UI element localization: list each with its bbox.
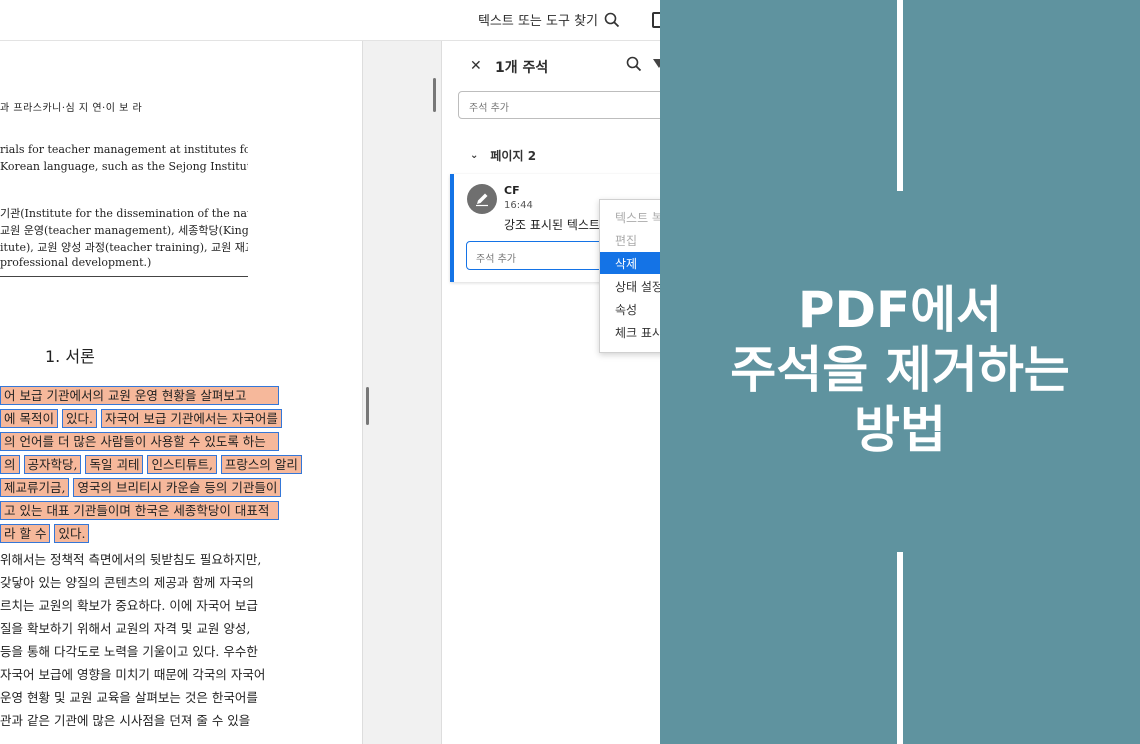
highlighted-line[interactable]: 에 목적이 있다. 자국어 보급 기관에서는 자국어를 bbox=[0, 409, 282, 428]
panel-title: 1개 주석 bbox=[495, 60, 549, 76]
pdf-page: 과 프라스카니·심 지 연·이 보 라 rials for teacher ma… bbox=[0, 41, 362, 744]
highlighted-line[interactable]: 라 할 수 있다. bbox=[0, 524, 90, 543]
banner-title: PDF에서 주석을 제거하는 방법 bbox=[660, 280, 1140, 460]
keyword-line: professional development.) bbox=[0, 256, 152, 269]
panel-resize-handle[interactable] bbox=[366, 387, 369, 425]
document-gutter bbox=[362, 41, 442, 744]
body-text-line: 갖닿아 있는 양질의 콘텐츠의 제공과 함께 자국의 bbox=[0, 575, 254, 590]
keyword-line: itute), 교원 양성 과정(teacher training), 교원 재… bbox=[0, 241, 248, 254]
highlight-annotation[interactable]: 인스티튜트, bbox=[147, 455, 217, 474]
find-tool-button[interactable]: 텍스트 또는 도구 찾기 bbox=[478, 10, 620, 29]
scrollbar-thumb[interactable] bbox=[433, 78, 436, 112]
highlight-annotation[interactable]: 있다. bbox=[61, 409, 97, 428]
body-text-line: 운영 현황 및 교원 교육을 살펴보는 것은 한국어를 bbox=[0, 690, 258, 705]
search-icon bbox=[604, 12, 620, 27]
find-tool-label: 텍스트 또는 도구 찾기 bbox=[477, 14, 598, 29]
decorative-line bbox=[897, 0, 903, 191]
chevron-down-icon: ⌄ bbox=[470, 150, 479, 161]
highlighted-line[interactable]: 제교류기금, 영국의 브리티시 카운슬 등의 기관들이 bbox=[0, 478, 282, 497]
body-text-line: 자국어 보급에 영향을 미치기 때문에 각국의 자국어 bbox=[0, 667, 266, 682]
avatar bbox=[467, 184, 497, 214]
keyword-line: 교원 운영(teacher management), 세종학당(King bbox=[0, 224, 248, 237]
abstract-line: Korean language, such as the Sejong Inst… bbox=[0, 160, 248, 173]
highlight-annotation[interactable]: 자국어 보급 기관에서는 자국어를 bbox=[100, 409, 282, 428]
authors-line: 과 프라스카니·심 지 연·이 보 라 bbox=[0, 103, 143, 114]
highlight-annotation[interactable]: 어 보급 기관에서의 교원 운영 현황을 살펴보고 bbox=[0, 386, 279, 405]
highlighted-line[interactable]: 의 공자학당, 독일 괴테 인스티튜트, 프랑스의 알리 bbox=[0, 455, 302, 474]
comment-author: CF bbox=[504, 184, 520, 197]
comment-text: 강조 표시된 텍스트 bbox=[504, 218, 600, 232]
highlighted-line[interactable]: 어 보급 기관에서의 교원 운영 현황을 살펴보고 bbox=[0, 386, 279, 405]
highlight-annotation[interactable]: 영국의 브리티시 카운슬 등의 기관들이 bbox=[73, 478, 282, 497]
comments-panel: ✕ 1개 주석 주석 추가 ⌄ 페이지 2 CF 16:44 강조 표시된 텍스… bbox=[443, 41, 678, 744]
title-banner: PDF에서 주석을 제거하는 방법 bbox=[660, 0, 1140, 744]
comment-time: 16:44 bbox=[504, 200, 533, 211]
add-comment-placeholder: 주석 추가 bbox=[469, 103, 509, 114]
close-icon[interactable]: ✕ bbox=[470, 58, 482, 74]
highlight-annotation[interactable]: 에 목적이 bbox=[0, 409, 58, 428]
highlight-annotation[interactable]: 고 있는 대표 기관들이며 한국은 세종학당이 대표적 bbox=[0, 501, 279, 520]
body-text-line: 질을 확보하기 위해서 교원의 자격 및 교원 양성, bbox=[0, 621, 251, 636]
abstract-line: rials for teacher management at institut… bbox=[0, 143, 248, 156]
highlight-annotation[interactable]: 프랑스의 알리 bbox=[220, 455, 302, 474]
highlighted-line[interactable]: 의 언어를 더 많은 사람들이 사용할 수 있도록 하는 bbox=[0, 432, 279, 451]
banner-title-line: 방법 bbox=[854, 401, 946, 459]
search-icon[interactable] bbox=[626, 56, 642, 72]
pen-icon bbox=[476, 193, 488, 207]
highlight-annotation[interactable]: 공자학당, bbox=[23, 455, 82, 474]
body-text-line: 관과 같은 기관에 많은 시사점을 던져 줄 수 있을 bbox=[0, 713, 251, 728]
decorative-line bbox=[897, 552, 903, 744]
reply-input[interactable]: 주석 추가 bbox=[466, 241, 616, 270]
top-toolbar: 텍스트 또는 도구 찾기 bbox=[0, 0, 660, 41]
section-heading: 1. 서론 bbox=[45, 347, 95, 366]
highlighted-line[interactable]: 고 있는 대표 기관들이며 한국은 세종학당이 대표적 bbox=[0, 501, 279, 520]
highlight-annotation[interactable]: 있다. bbox=[54, 524, 90, 543]
body-text-line: 르치는 교원의 확보가 중요하다. 이에 자국어 보급 bbox=[0, 598, 258, 613]
highlight-annotation[interactable]: 제교류기금, bbox=[0, 478, 70, 497]
body-text-line: 위해서는 정책적 측면에서의 뒷받침도 필요하지만, bbox=[0, 552, 262, 567]
divider bbox=[0, 276, 248, 277]
highlight-annotation[interactable]: 의 언어를 더 많은 사람들이 사용할 수 있도록 하는 bbox=[0, 432, 279, 451]
body-text-line: 등을 통해 다각도로 노력을 기울이고 있다. 우수한 bbox=[0, 644, 258, 659]
app-window: 텍스트 또는 도구 찾기 과 프라스카니·심 지 연·이 보 라 rials f… bbox=[0, 0, 1140, 744]
reply-placeholder: 주석 추가 bbox=[476, 254, 516, 265]
page-group-label: 페이지 2 bbox=[490, 149, 537, 163]
banner-title-line: PDF에서 bbox=[797, 281, 1003, 339]
highlight-annotation[interactable]: 의 bbox=[0, 455, 20, 474]
keyword-line: 기관(Institute for the dissemination of th… bbox=[0, 207, 248, 220]
add-comment-input[interactable]: 주석 추가 bbox=[458, 91, 678, 119]
highlight-annotation[interactable]: 라 할 수 bbox=[0, 524, 51, 543]
banner-title-line: 주석을 제거하는 bbox=[730, 341, 1070, 399]
highlight-annotation[interactable]: 독일 괴테 bbox=[85, 455, 144, 474]
page-group-header[interactable]: ⌄ 페이지 2 bbox=[470, 147, 536, 164]
